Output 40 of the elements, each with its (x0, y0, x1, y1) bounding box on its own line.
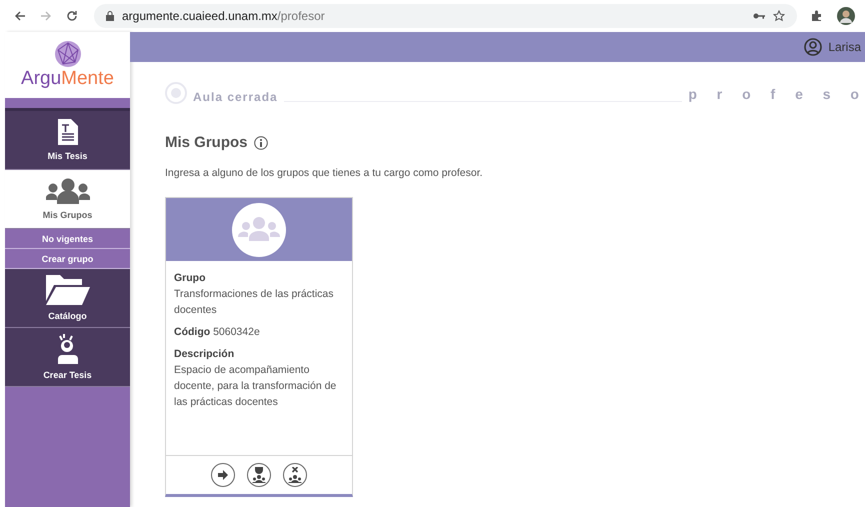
page-subtitle: Ingresa a alguno de los grupos que tienes a tu cargo como profesor. (165, 167, 484, 179)
page-title: Mis Grupos (165, 134, 248, 151)
field-label: Grupo (174, 271, 206, 286)
remove-group-button[interactable] (283, 463, 307, 487)
role-label: p r o f e s o (688, 86, 865, 102)
status-label: Aula cerrada (193, 90, 278, 104)
brain-icon (52, 40, 82, 68)
sidebar-item[interactable]: Mis Grupos (5, 170, 130, 229)
sidebar-item[interactable]: Catálogo (5, 269, 130, 328)
enter-button[interactable] (211, 463, 235, 487)
group-description: Espacio de acompañamiento docente, para la transformación de las prácticas docentes (174, 363, 338, 410)
reload-icon[interactable] (66, 10, 78, 22)
arrow-icon (218, 470, 228, 480)
sidebar-subitem[interactable]: No vigentes (5, 229, 130, 249)
puzzle-icon[interactable] (811, 10, 823, 22)
folder-icon (46, 275, 90, 305)
trophy-group-icon (252, 467, 266, 483)
award-group-button[interactable] (247, 463, 271, 487)
sidebar-item[interactable]: Mis Tesis (5, 111, 130, 170)
sidebar-item[interactable]: Crear Tesis (5, 328, 130, 387)
url-text: argumente.cuaieed.unam.mx/profesor (122, 9, 325, 23)
document-icon (58, 119, 78, 145)
group-icon (46, 178, 90, 204)
user-menu[interactable]: Larisa (804, 38, 865, 56)
lock-icon (106, 11, 114, 21)
logo[interactable]: ArguMente (5, 32, 130, 98)
star-icon[interactable] (773, 10, 785, 22)
field-label: Descripción (174, 347, 236, 362)
key-icon[interactable] (753, 12, 765, 20)
remove-group-icon (288, 467, 302, 483)
group-code: Código 5060342e (174, 325, 261, 340)
group-avatar-icon (232, 202, 286, 256)
user-icon (804, 38, 822, 56)
group-name: Transformaciones de las prácticas docentes (174, 287, 335, 318)
info-icon[interactable] (254, 136, 268, 150)
logo-text: ArguMente (21, 68, 114, 90)
sidebar-subitem[interactable]: Crear grupo (5, 249, 130, 269)
back-icon[interactable] (14, 10, 26, 22)
address-bar[interactable]: argumente.cuaieed.unam.mx/profesor (94, 4, 797, 28)
profile-avatar[interactable] (837, 7, 855, 25)
